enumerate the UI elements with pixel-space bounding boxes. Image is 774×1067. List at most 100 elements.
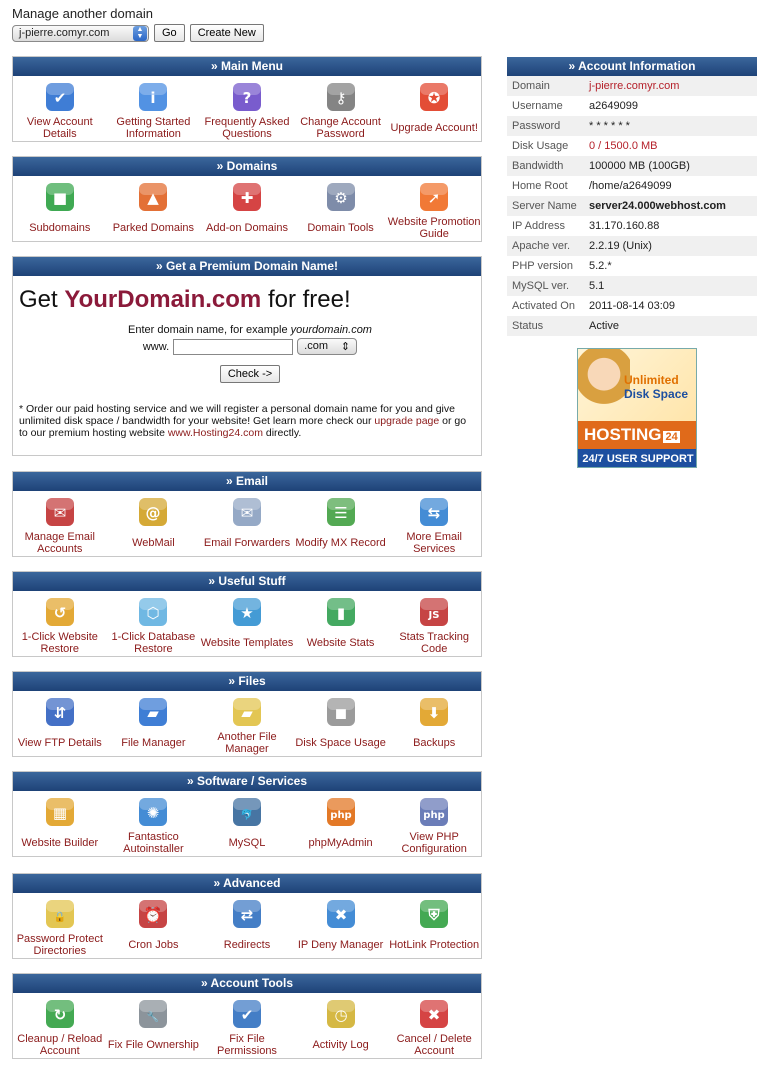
account-information-header: » Account Information [507, 57, 757, 76]
svg-text:■: ■ [53, 189, 67, 207]
menu-item-website-templates[interactable]: ★ Website Templates [200, 595, 294, 670]
account-value: 2011-08-14 03:09 [589, 300, 676, 312]
account-row-domain: Domain j-pierre.comyr.com [507, 76, 757, 96]
menu-item-view-account-details[interactable]: ✔ View Account Details [13, 80, 107, 155]
domains-header: » Domains [13, 157, 481, 176]
menu-item-hotlink-protection[interactable]: ⛨ HotLink Protection [387, 897, 481, 972]
menu-item-getting-started-information[interactable]: i Getting Started Information [107, 80, 201, 155]
menu-item-parked-domains[interactable]: ▲ Parked Domains [107, 180, 201, 255]
menu-item-more-email-services[interactable]: ⇆ More Email Services [387, 495, 481, 570]
menu-item-fix-file-ownership[interactable]: 🔧 Fix File Ownership [107, 997, 201, 1067]
menu-item-label: Parked Domains [112, 222, 195, 234]
menu-item-label: Password Protect Directories [16, 933, 103, 957]
menu-item-cancel-delete-account[interactable]: ✖ Cancel / Delete Account [387, 997, 481, 1067]
arrow-circle-icon: ➚ [417, 180, 451, 214]
account-tools-panel: » Account Tools ↻ Cleanup / Reload Account… [12, 973, 482, 1059]
svg-text:🔒: 🔒 [54, 911, 66, 923]
menu-item-ip-deny-manager[interactable]: ✖ IP Deny Manager [294, 897, 388, 972]
svg-text:JS: JS [428, 610, 440, 621]
svg-text:⏰: ⏰ [144, 905, 163, 924]
menu-item-stats-tracking-code[interactable]: JS Stats Tracking Code [387, 595, 481, 670]
useful-stuff-header: » Useful Stuff [13, 572, 481, 591]
menu-item-website-promotion-guide[interactable]: ➚ Website Promotion Guide [387, 180, 481, 255]
menu-item-website-builder[interactable]: ▦ Website Builder [13, 795, 107, 870]
menu-item-domain-tools[interactable]: ⚙ Domain Tools [294, 180, 388, 255]
svg-text:★: ★ [240, 604, 253, 622]
menu-item-modify-mx-record[interactable]: ☰ Modify MX Record [294, 495, 388, 570]
menu-item-label: Fantastico Autoinstaller [123, 831, 184, 855]
menu-item-view-php-configuration[interactable]: php View PHP Configuration [387, 795, 481, 870]
menu-item-another-file-manager[interactable]: ▰ Another File Manager [200, 695, 294, 770]
menu-item-mysql[interactable]: 🐬 MySQL [200, 795, 294, 870]
menu-item-manage-email-accounts[interactable]: ✉ Manage Email Accounts [13, 495, 107, 570]
menu-item-label: Fix File Ownership [107, 1039, 199, 1051]
check-button[interactable]: Check -> [219, 365, 281, 383]
menu-item-redirects[interactable]: ⇄ Redirects [200, 897, 294, 972]
svg-text:✉: ✉ [54, 504, 67, 522]
svg-text:⇵: ⇵ [54, 704, 67, 722]
phpmyadmin-icon: php [324, 795, 358, 829]
menu-item-webmail[interactable]: @ WebMail [107, 495, 201, 570]
account-value: a2649099 [589, 100, 638, 112]
menu-item-website-stats[interactable]: ▮ Website Stats [294, 595, 388, 670]
domain-name-input[interactable] [173, 338, 294, 355]
svg-text:✔: ✔ [241, 1006, 254, 1024]
fantastico-icon: ✺ [136, 795, 170, 829]
globe-deny-icon: ✖ [324, 897, 358, 931]
account-row-ip-address: IP Address 31.170.160.88 [507, 216, 757, 236]
menu-item-file-manager[interactable]: ▰ File Manager [107, 695, 201, 770]
menu-item-add-on-domains[interactable]: ✚ Add-on Domains [200, 180, 294, 255]
folder-alt-icon: ▰ [230, 695, 264, 729]
menu-item-label: IP Deny Manager [297, 939, 384, 951]
menu-item-1-click-database-restore[interactable]: ⬡ 1-Click Database Restore [107, 595, 201, 670]
menu-item-label: Modify MX Record [295, 537, 386, 549]
svg-text:✪: ✪ [428, 89, 441, 107]
menu-item-email-forwarders[interactable]: ✉ Email Forwarders [200, 495, 294, 570]
menu-item-fix-file-permissions[interactable]: ✔ Fix File Permissions [200, 997, 294, 1067]
svg-text:php: php [330, 810, 351, 821]
menu-item-label: Frequently Asked Questions [204, 116, 290, 140]
domain-select[interactable]: j-pierre.comyr.com ▲ ▼ [12, 24, 149, 42]
menu-item-view-ftp-details[interactable]: ⇵ View FTP Details [13, 695, 107, 770]
menu-item-password-protect-directories[interactable]: 🔒 Password Protect Directories [13, 897, 107, 972]
menu-item-disk-space-usage[interactable]: ◼ Disk Space Usage [294, 695, 388, 770]
menu-item-subdomains[interactable]: ■ Subdomains [13, 180, 107, 255]
hosting24-link[interactable]: www.Hosting24.com [168, 427, 263, 439]
hosting24-ad-banner[interactable]: Unlimited Disk Space HOSTING 24 24/7 USER… [577, 348, 697, 468]
account-key: Bandwidth [512, 160, 564, 172]
svg-text:✉: ✉ [241, 504, 254, 522]
menu-item-label: Add-on Domains [206, 222, 288, 234]
menu-item-frequently-asked-questions[interactable]: ? Frequently Asked Questions [200, 80, 294, 155]
menu-item-phpmyadmin[interactable]: php phpMyAdmin [294, 795, 388, 870]
email-header: » Email [13, 472, 481, 491]
folder-icon: ▰ [136, 695, 170, 729]
menu-item-label: View Account Details [26, 116, 93, 140]
menu-item-backups[interactable]: ⬇ Backups [387, 695, 481, 770]
menu-item-label: Cleanup / Reload Account [17, 1033, 103, 1057]
upgrade-page-link[interactable]: upgrade page [374, 415, 439, 427]
menu-item-cleanup-reload-account[interactable]: ↻ Cleanup / Reload Account [13, 997, 107, 1067]
menu-item-fantastico-autoinstaller[interactable]: ✺ Fantastico Autoinstaller [107, 795, 201, 870]
menu-item-cron-jobs[interactable]: ⏰ Cron Jobs [107, 897, 201, 972]
account-value[interactable]: j-pierre.comyr.com [589, 76, 679, 96]
menu-item-1-click-website-restore[interactable]: ↺ 1-Click Website Restore [13, 595, 107, 670]
menu-item-label: More Email Services [406, 531, 462, 555]
menu-item-label: File Manager [121, 737, 186, 749]
menu-item-label: View FTP Details [17, 737, 102, 749]
delete-icon: ✖ [417, 997, 451, 1031]
svg-text:⇆: ⇆ [428, 504, 441, 522]
menu-item-upgrade-account[interactable]: ✪ Upgrade Account! [387, 80, 481, 155]
account-value: Active [589, 320, 619, 332]
create-new-button[interactable]: Create New [189, 24, 264, 42]
account-key: Password [512, 120, 561, 132]
select-arrows-icon: ⇕ [340, 341, 351, 353]
account-key: Home Root [512, 180, 568, 192]
account-key: Domain [512, 80, 550, 92]
menu-item-change-account-password[interactable]: ⚷ Change Account Password [294, 80, 388, 155]
svg-text:🐬: 🐬 [241, 808, 253, 821]
account-value: /home/a2649099 [589, 180, 672, 192]
tld-select[interactable]: .com ⇕ [297, 338, 358, 355]
go-button[interactable]: Go [154, 24, 185, 42]
account-value: 2.2.19 (Unix) [589, 240, 652, 252]
menu-item-activity-log[interactable]: ◷ Activity Log [294, 997, 388, 1067]
